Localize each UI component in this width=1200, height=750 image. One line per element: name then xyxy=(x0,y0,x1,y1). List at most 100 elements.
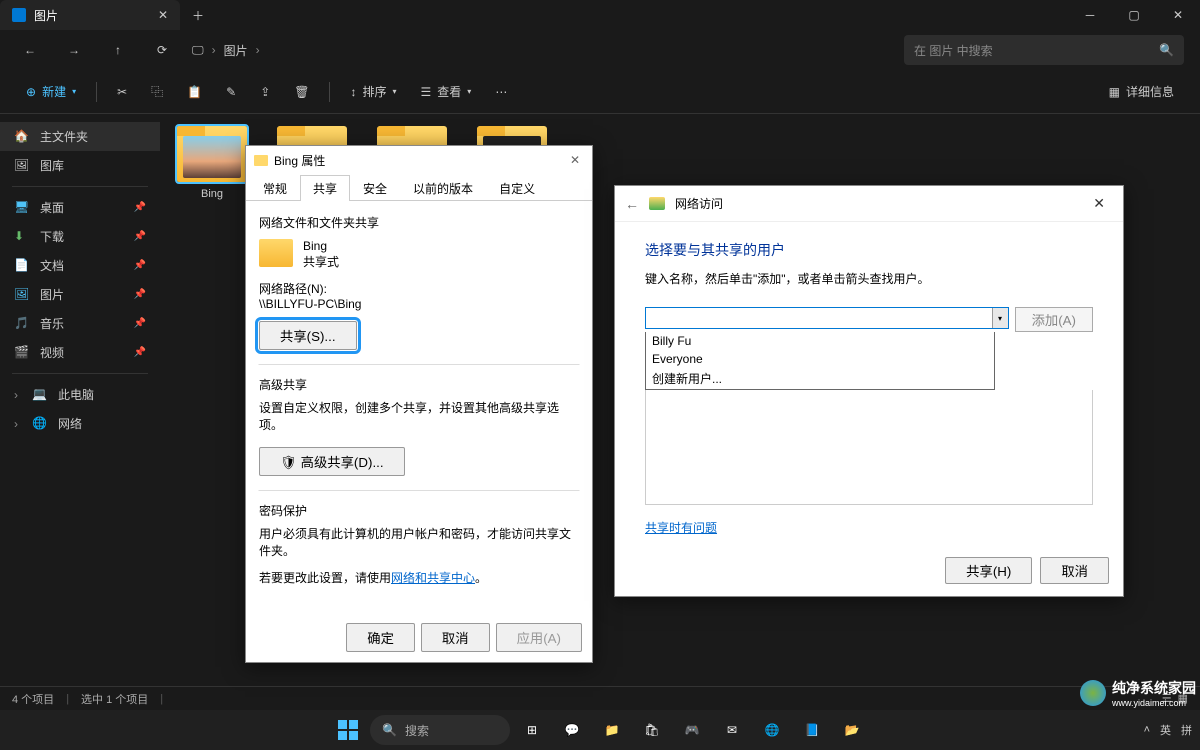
cancel-button[interactable]: 取消 xyxy=(421,623,490,652)
section-title: 网络文件和文件夹共享 xyxy=(259,214,579,231)
language-indicator[interactable]: 英 xyxy=(1160,722,1171,738)
sidebar-item-downloads[interactable]: ⬇下载📌 xyxy=(0,222,160,251)
user-list[interactable] xyxy=(645,390,1093,505)
user-input[interactable] xyxy=(646,308,992,328)
chevron-right-icon: › xyxy=(212,43,216,57)
refresh-button[interactable]: ⟳ xyxy=(148,36,176,64)
sidebar-item-gallery[interactable]: 🖼图库 xyxy=(0,151,160,180)
dropdown-option[interactable]: 创建新用户... xyxy=(646,368,994,389)
cut-button[interactable]: ✂ xyxy=(107,76,137,108)
ok-button[interactable]: 确定 xyxy=(346,623,415,652)
taskbar-app[interactable]: 📁 xyxy=(594,712,630,748)
sidebar-item-desktop[interactable]: 🖥桌面📌 xyxy=(0,193,160,222)
pictures-icon: 🖼 xyxy=(14,287,30,303)
paste-button[interactable]: 📋 xyxy=(177,76,212,108)
cancel-button[interactable]: 取消 xyxy=(1040,557,1109,584)
dialog-titlebar[interactable]: Bing 属性 ✕ xyxy=(246,146,592,174)
dialog-description: 键入名称，然后单击"添加"，或者单击箭头查找用户。 xyxy=(645,270,1093,287)
dropdown-option[interactable]: Everyone xyxy=(646,350,994,368)
dropdown-option[interactable]: Billy Fu xyxy=(646,332,994,350)
new-button[interactable]: ⊕ 新建 ▾ xyxy=(16,76,86,108)
dialog-tabs: 常规 共享 安全 以前的版本 自定义 xyxy=(246,174,592,201)
back-button[interactable]: ← xyxy=(16,36,44,64)
share-button[interactable]: 共享(H) xyxy=(945,557,1032,584)
taskbar-app[interactable]: 🌐 xyxy=(754,712,790,748)
sidebar-item-documents[interactable]: 📄文档📌 xyxy=(0,251,160,280)
taskbar-app[interactable]: 🎮 xyxy=(674,712,710,748)
pin-icon: 📌 xyxy=(134,260,146,271)
section-desc: 设置自定义权限，创建多个共享，并设置其他高级共享选项。 xyxy=(259,399,579,433)
tab-share[interactable]: 共享 xyxy=(300,175,350,201)
advanced-share-button[interactable]: 🛡 高级共享(D)... xyxy=(259,447,405,476)
share-button[interactable]: ⇪ xyxy=(250,76,280,108)
view-button[interactable]: ☰ 查看 ▾ xyxy=(411,76,482,108)
cut-icon: ✂ xyxy=(117,85,127,99)
dropdown-button[interactable]: ▾ xyxy=(992,308,1008,328)
trouble-link[interactable]: 共享时有问题 xyxy=(645,519,717,536)
tab-previous[interactable]: 以前的版本 xyxy=(400,175,486,201)
task-view-button[interactable]: ⊞ xyxy=(514,712,550,748)
tab-pictures[interactable]: 图片 ✕ xyxy=(0,0,180,30)
share-button[interactable]: 共享(S)... xyxy=(259,321,357,350)
add-button[interactable]: 添加(A) xyxy=(1015,307,1093,332)
breadcrumb[interactable]: 🖵 › 图片 › xyxy=(192,42,888,59)
minimize-button[interactable]: ─ xyxy=(1068,0,1112,30)
taskbar-app[interactable]: 💬 xyxy=(554,712,590,748)
search-placeholder: 在 图片 中搜索 xyxy=(914,42,1159,59)
sidebar-item-videos[interactable]: 🎬视频📌 xyxy=(0,338,160,367)
ime-indicator[interactable]: 拼 xyxy=(1181,722,1192,738)
taskbar-app[interactable]: ✉ xyxy=(714,712,750,748)
start-button[interactable] xyxy=(330,712,366,748)
taskbar-app[interactable]: 🛍 xyxy=(634,712,670,748)
new-tab-button[interactable]: ＋ xyxy=(180,7,216,24)
sidebar-item-thispc[interactable]: ›💻此电脑 xyxy=(0,380,160,409)
taskbar-app[interactable]: 📘 xyxy=(794,712,830,748)
up-button[interactable]: ↑ xyxy=(104,36,132,64)
pictures-icon xyxy=(12,8,26,22)
tab-general[interactable]: 常规 xyxy=(250,175,300,201)
network-center-link[interactable]: 网络和共享中心 xyxy=(391,571,475,585)
tab-title: 图片 xyxy=(34,7,58,24)
view-icon: ☰ xyxy=(421,85,432,99)
maximize-button[interactable]: ▢ xyxy=(1112,0,1156,30)
system-tray[interactable]: ˄ 英 拼 xyxy=(1144,722,1192,738)
close-tab-icon[interactable]: ✕ xyxy=(158,8,168,22)
close-button[interactable]: ✕ xyxy=(566,149,584,171)
taskbar-search[interactable]: 🔍 搜索 xyxy=(370,715,510,745)
chevron-right-icon: › xyxy=(14,388,26,402)
forward-button[interactable]: → xyxy=(60,36,88,64)
tray-chevron-icon[interactable]: ˄ xyxy=(1144,724,1150,736)
dialog-header[interactable]: ← 网络访问 ✕ xyxy=(615,186,1123,222)
sidebar-item-pictures[interactable]: 🖼图片📌 xyxy=(0,280,160,309)
sidebar-item-music[interactable]: 🎵音乐📌 xyxy=(0,309,160,338)
section-text: 用户必须具有此计算机的用户帐户和密码，才能访问共享文件夹。 xyxy=(259,525,579,559)
folder-icon xyxy=(259,239,293,267)
taskbar-app[interactable]: 📂 xyxy=(834,712,870,748)
apply-button[interactable]: 应用(A) xyxy=(496,623,582,652)
delete-button[interactable]: 🗑 xyxy=(284,76,319,108)
more-button[interactable]: ⋯ xyxy=(485,76,517,108)
path-value: \\BILLYFU-PC\Bing xyxy=(259,297,579,311)
sidebar-item-home[interactable]: 🏠主文件夹 xyxy=(0,122,160,151)
chevron-down-icon: ▾ xyxy=(393,87,397,96)
rename-button[interactable]: ✎ xyxy=(216,76,246,108)
tab-security[interactable]: 安全 xyxy=(350,175,400,201)
copy-button[interactable]: ⿻ xyxy=(141,76,173,108)
back-button[interactable]: ← xyxy=(625,196,639,212)
details-button[interactable]: ▦ 详细信息 xyxy=(1099,76,1184,108)
tab-custom[interactable]: 自定义 xyxy=(486,175,548,201)
close-button[interactable]: ✕ xyxy=(1156,0,1200,30)
search-input[interactable]: 在 图片 中搜索 🔍 xyxy=(904,35,1184,65)
breadcrumb-item[interactable]: 图片 xyxy=(224,42,248,59)
dialog-heading: 选择要与其共享的用户 xyxy=(645,240,1093,260)
close-button[interactable]: ✕ xyxy=(1085,191,1113,216)
sidebar-item-network[interactable]: ›🌐网络 xyxy=(0,409,160,438)
sort-icon: ↕ xyxy=(350,85,356,99)
item-count: 4 个项目 xyxy=(12,691,54,707)
sort-button[interactable]: ↕ 排序 ▾ xyxy=(340,76,406,108)
path-label: 网络路径(N): xyxy=(259,280,579,297)
user-combobox[interactable]: ▾ xyxy=(645,307,1009,329)
address-bar: ← → ↑ ⟳ 🖵 › 图片 › 在 图片 中搜索 🔍 xyxy=(0,30,1200,70)
folder-bing[interactable]: Bing xyxy=(172,126,252,200)
details-icon: ▦ xyxy=(1109,85,1120,99)
